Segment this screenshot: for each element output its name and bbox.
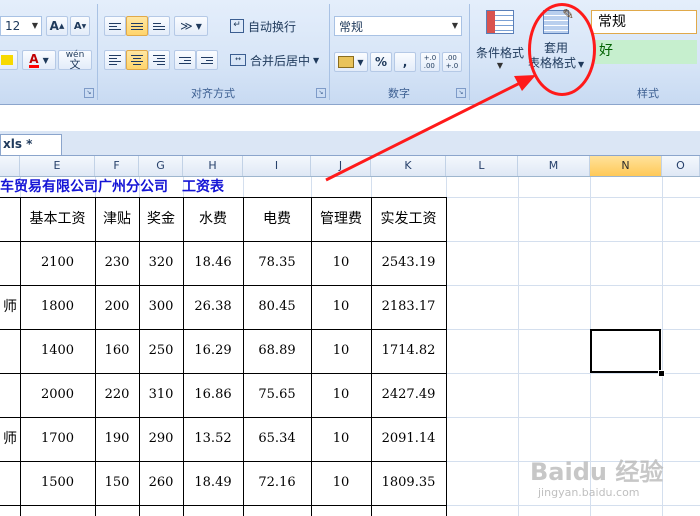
annotation-arrow-icon xyxy=(325,75,536,182)
watermark-logo: Baidu 经验 xyxy=(530,458,664,486)
watermark-url: jingyan.baidu.com xyxy=(538,486,640,499)
